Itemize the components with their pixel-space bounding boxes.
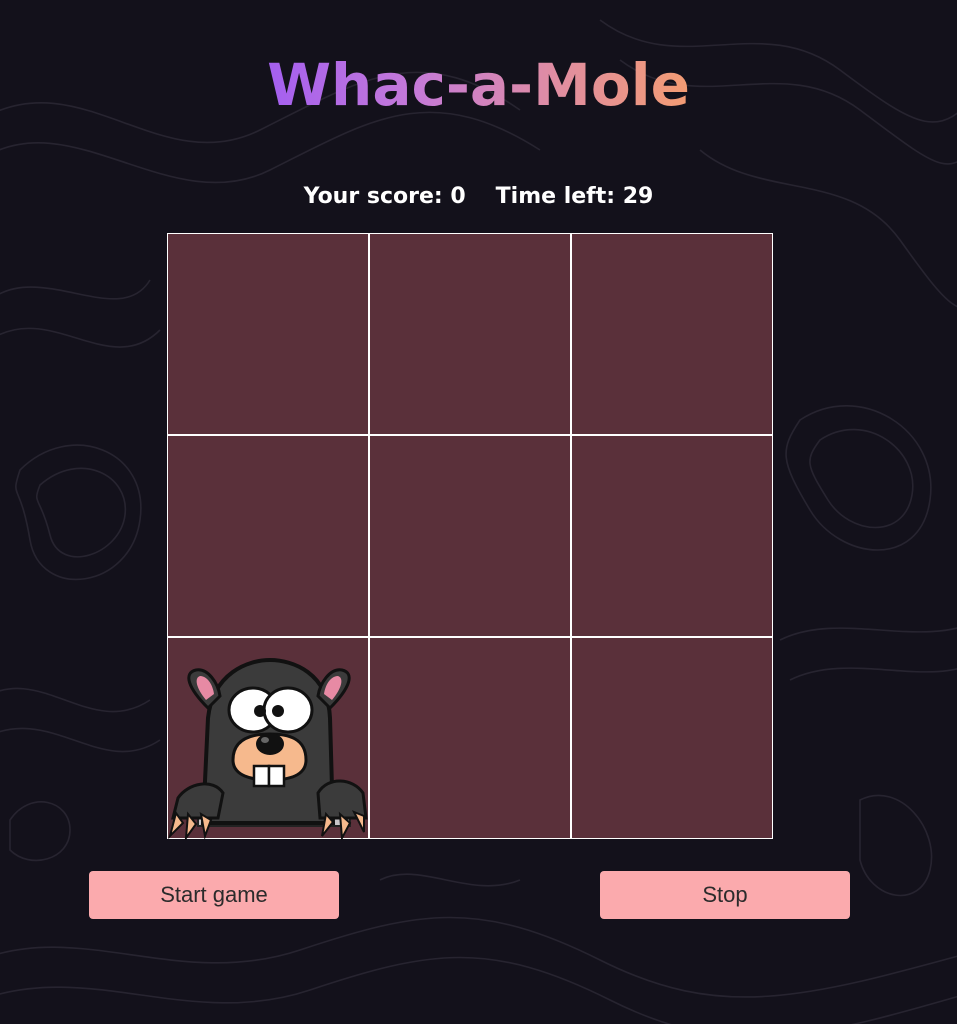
hole-cell-6[interactable]: [571, 435, 773, 637]
hole-cell-2[interactable]: [369, 233, 571, 435]
hole-cell-8[interactable]: [369, 637, 571, 839]
hole-cell-5[interactable]: [369, 435, 571, 637]
hole-cell-7[interactable]: [167, 637, 370, 840]
start-game-button[interactable]: Start game: [89, 871, 339, 919]
time-left-display: Time left: 29: [495, 184, 654, 209]
score-bar: Your score: 0 Time left: 29: [0, 180, 957, 214]
hole-cell-1[interactable]: [167, 233, 369, 435]
mole-icon[interactable]: [168, 648, 370, 840]
hole-cell-3[interactable]: [571, 233, 773, 435]
game-board: [167, 233, 773, 840]
game-title: Whac-a-Mole: [267, 51, 690, 119]
stop-button[interactable]: Stop: [600, 871, 850, 919]
hole-cell-9[interactable]: [571, 637, 773, 839]
score-display: Your score: 0: [303, 184, 466, 209]
hole-cell-4[interactable]: [167, 435, 369, 637]
